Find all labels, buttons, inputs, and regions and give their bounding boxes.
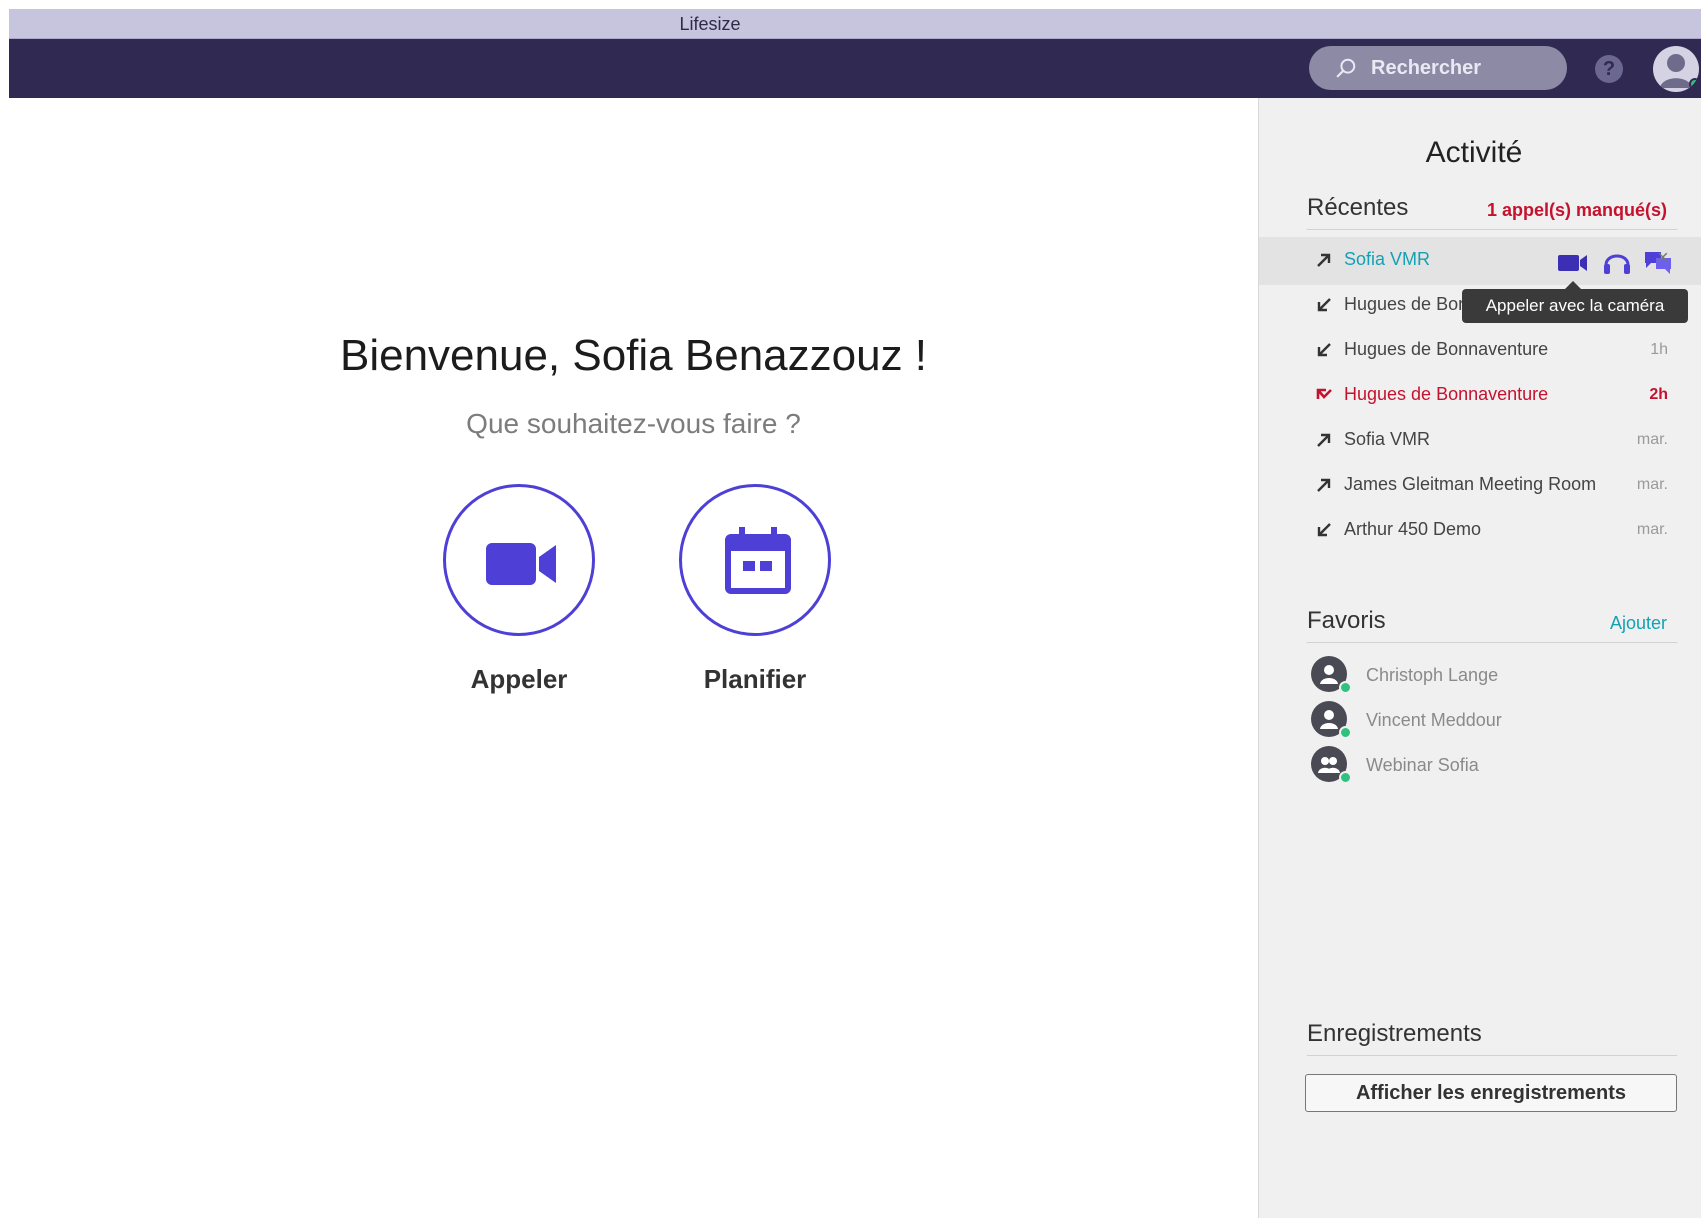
recent-call-time: 1h xyxy=(1650,341,1668,358)
outgoing-call-icon xyxy=(1317,478,1331,492)
camera-call-tooltip: Appeler avec la caméra xyxy=(1462,281,1688,323)
help-icon[interactable]: ? xyxy=(1595,55,1623,83)
schedule-action[interactable]: Planifier xyxy=(675,484,835,695)
person-icon xyxy=(1320,710,1338,729)
recent-call-time: 2h xyxy=(1649,386,1668,403)
activity-sidebar: Activité Récentes 1 appel(s) manqué(s) S… xyxy=(1258,98,1701,1218)
recent-call-time: mar. xyxy=(1636,521,1668,538)
favorite-name: Christoph Lange xyxy=(1366,665,1499,685)
incoming-call-icon xyxy=(1317,298,1331,312)
recent-call-name: Hugues de Bonnaventure xyxy=(1344,339,1549,359)
outgoing-call-icon xyxy=(1317,433,1331,447)
call-button[interactable] xyxy=(443,484,595,636)
call-label: Appeler xyxy=(470,664,568,694)
show-recordings-button[interactable]: Afficher les enregistrements xyxy=(1305,1074,1677,1112)
user-avatar[interactable] xyxy=(1653,46,1699,92)
online-status-dot xyxy=(1339,726,1352,739)
favorite-name: Webinar Sofia xyxy=(1366,755,1479,775)
online-status-dot xyxy=(1689,78,1699,90)
recent-call-name: Sofia VMR xyxy=(1344,249,1431,269)
recordings-heading: Enregistrements xyxy=(1307,1020,1482,1047)
favorite-item[interactable]: Vincent Meddour xyxy=(1259,696,1701,744)
search-placeholder: Rechercher xyxy=(1371,57,1482,79)
calendar-icon xyxy=(725,527,791,594)
window-title: Lifesize xyxy=(679,14,741,34)
search-input[interactable]: Rechercher xyxy=(1309,46,1567,90)
recent-call-name: Arthur 450 Demo xyxy=(1344,519,1482,539)
favorite-item[interactable]: Christoph Lange xyxy=(1259,651,1701,699)
close-icon[interactable]: × xyxy=(1657,247,1669,270)
missed-call-icon xyxy=(1316,388,1332,399)
favorite-name: Vincent Meddour xyxy=(1366,710,1502,730)
favorites-heading: Favoris xyxy=(1307,607,1386,634)
incoming-call-icon xyxy=(1317,523,1331,537)
search-icon xyxy=(1336,58,1356,78)
recent-call-name: James Gleitman Meeting Room xyxy=(1344,474,1597,494)
missed-calls-count[interactable]: 1 appel(s) manqué(s) xyxy=(1487,200,1667,221)
recent-call-row[interactable]: Hugues de Bonnaventure 2h xyxy=(1259,372,1701,420)
video-call-icon[interactable] xyxy=(1557,247,1589,277)
app-window: Lifesize Rechercher ? Bienvenue, Sofia B… xyxy=(9,9,1701,1218)
recent-call-row[interactable]: Arthur 450 Demo mar. xyxy=(1259,507,1701,555)
group-icon xyxy=(1318,757,1340,773)
outgoing-call-icon xyxy=(1317,253,1331,267)
welcome-heading: Bienvenue, Sofia Benazzouz ! xyxy=(339,331,928,380)
recent-call-row[interactable]: Sofia VMR × xyxy=(1259,237,1701,285)
recent-call-time: mar. xyxy=(1636,431,1668,448)
recent-call-time: mar. xyxy=(1636,476,1668,493)
incoming-call-icon xyxy=(1317,343,1331,357)
recent-heading: Récentes xyxy=(1307,194,1409,221)
activity-title: Activité xyxy=(1425,136,1523,169)
recent-section-header: Récentes 1 appel(s) manqué(s) xyxy=(1307,190,1677,230)
recent-call-row[interactable]: Hugues de Bonnaventure 1h xyxy=(1259,327,1701,375)
home-panel: Bienvenue, Sofia Benazzouz ! Que souhait… xyxy=(9,98,1258,1218)
online-status-dot xyxy=(1339,681,1352,694)
video-camera-icon xyxy=(486,543,556,585)
favorite-item[interactable]: Webinar Sofia xyxy=(1259,741,1701,789)
recent-call-name: Hugues de Bonnaventure xyxy=(1344,384,1549,404)
headset-icon[interactable] xyxy=(1601,247,1633,277)
call-action[interactable]: Appeler xyxy=(439,484,599,695)
recent-call-row[interactable]: James Gleitman Meeting Room mar. xyxy=(1259,462,1701,510)
online-status-dot xyxy=(1339,771,1352,784)
welcome-subtitle: Que souhaitez-vous faire ? xyxy=(466,408,801,439)
title-bar: Lifesize xyxy=(9,9,1701,39)
schedule-button[interactable] xyxy=(679,484,831,636)
favorites-section-header: Favoris Ajouter xyxy=(1307,603,1677,643)
recordings-section-header: Enregistrements xyxy=(1307,1016,1677,1056)
top-navigation-bar: Rechercher ? xyxy=(9,39,1701,98)
person-icon xyxy=(1320,665,1338,684)
recent-call-row[interactable]: Sofia VMR mar. xyxy=(1259,417,1701,465)
schedule-label: Planifier xyxy=(703,664,807,694)
recent-call-name: Sofia VMR xyxy=(1344,429,1431,449)
add-favorite-link[interactable]: Ajouter xyxy=(1610,613,1667,634)
